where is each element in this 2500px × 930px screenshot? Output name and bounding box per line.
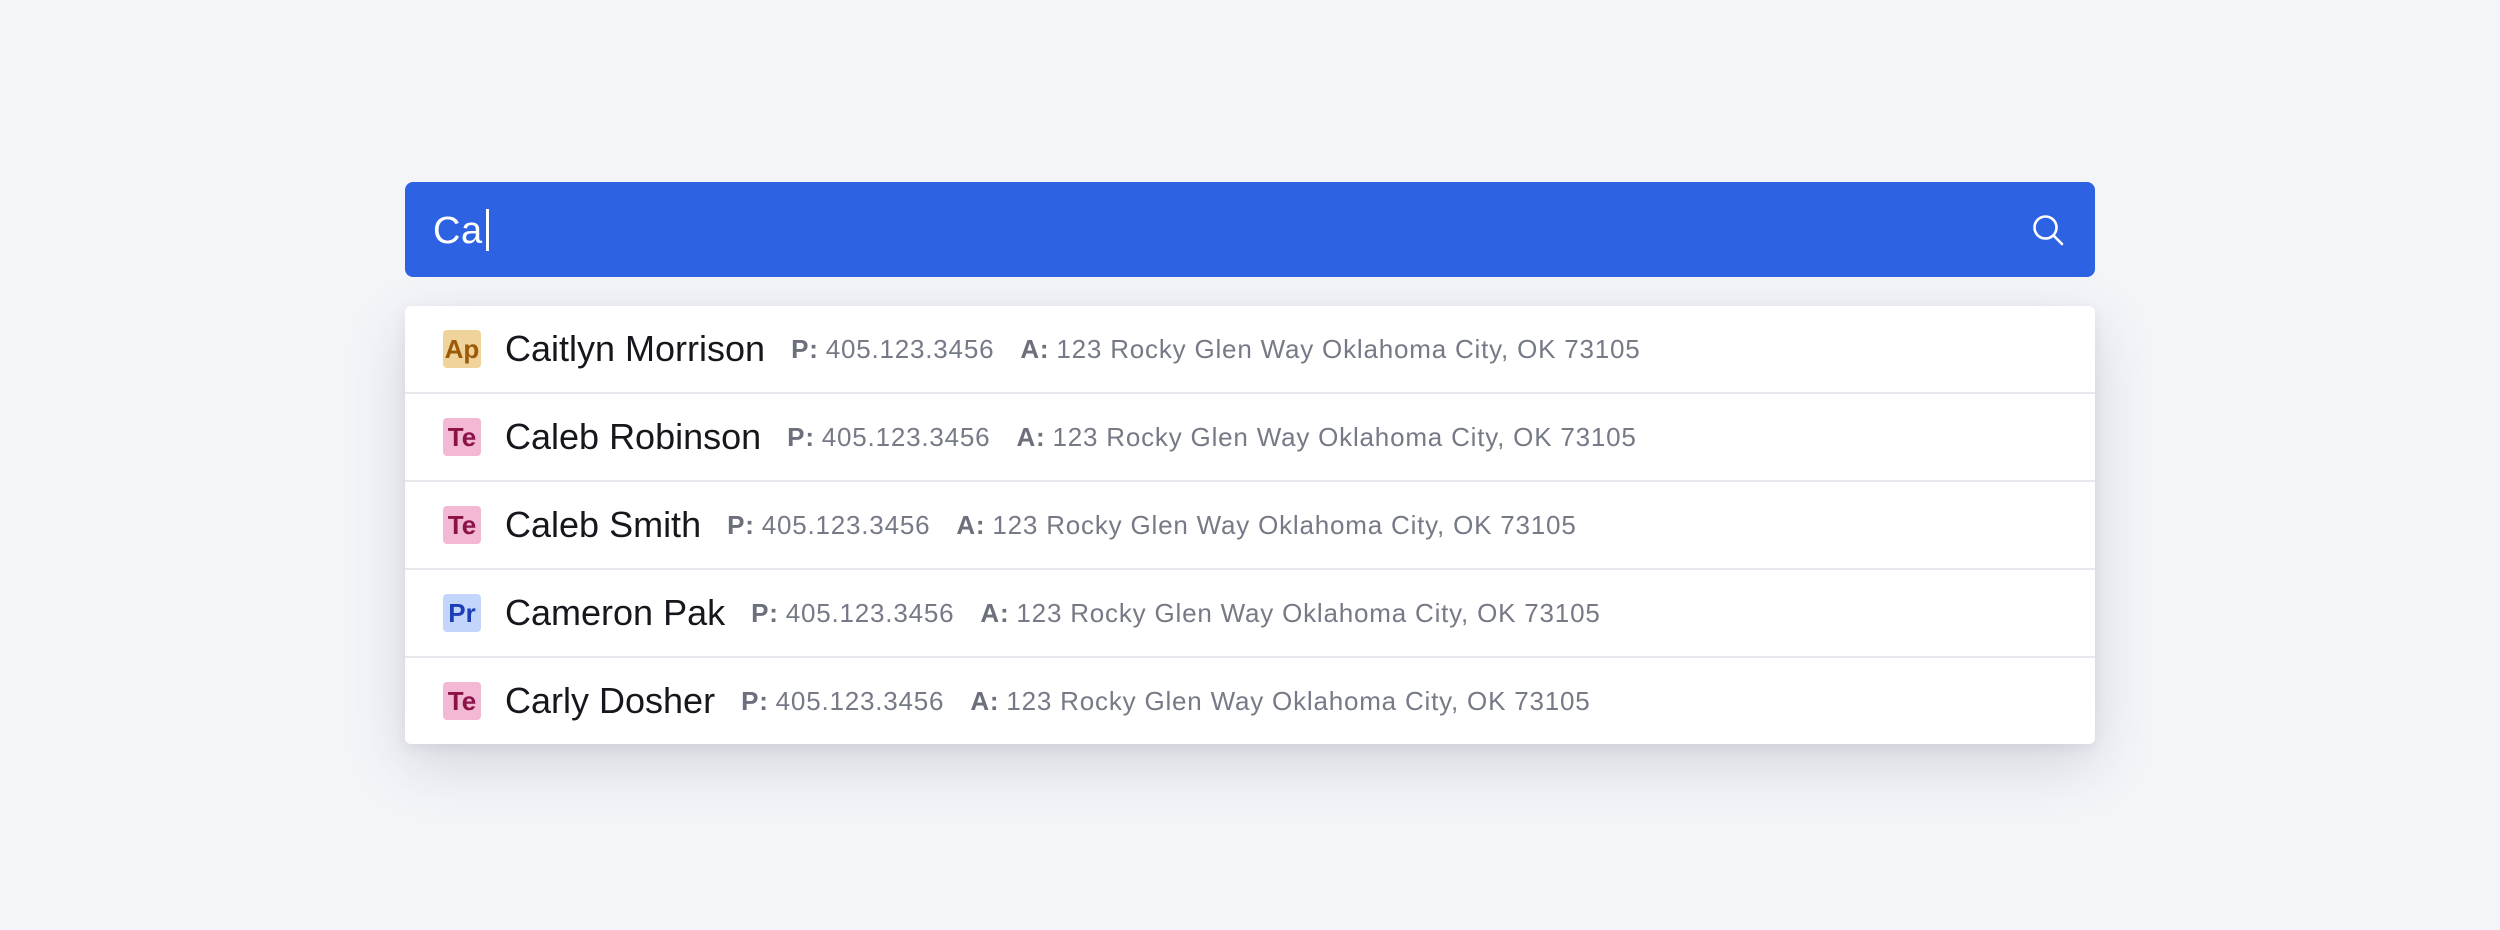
contact-details: P: 405.123.3456 A: 123 Rocky Glen Way Oklah… — [791, 334, 1640, 365]
search-autocomplete: Ca Ap Caitlyn Morrison P: 405.123.3456 A: 1… — [405, 182, 2095, 744]
contact-details: P: 405.123.3456 A: 123 Rocky Glen Way Oklah… — [741, 686, 1590, 717]
contact-details: P: 405.123.3456 A: 123 Rocky Glen Way Oklah… — [751, 598, 1600, 629]
phone-label: P: — [727, 509, 755, 540]
phone-label: P: — [787, 421, 815, 452]
phone-value: 405.123.3456 — [785, 597, 955, 628]
address-label: A: — [956, 509, 986, 540]
contact-name: Carly Dosher — [505, 680, 716, 721]
phone-value: 405.123.3456 — [761, 509, 931, 540]
address-value: 123 Rocky Glen Way Oklahoma City, OK 731… — [1056, 333, 1641, 364]
search-input[interactable]: Ca — [433, 208, 489, 252]
role-badge: Pr — [443, 594, 481, 632]
address-value: 123 Rocky Glen Way Oklahoma City, OK 731… — [1016, 597, 1601, 628]
contact-name: Caitlyn Morrison — [505, 328, 766, 369]
contact-name: Caleb Smith — [505, 504, 702, 545]
phone-value: 405.123.3456 — [821, 421, 991, 452]
phone-label: P: — [751, 597, 779, 628]
contact-name: Caleb Robinson — [505, 416, 762, 457]
result-item-caleb-smith[interactable]: Te Caleb Smith P: 405.123.3456 A: 123 Rocky… — [405, 480, 2095, 568]
address-value: 123 Rocky Glen Way Oklahoma City, OK 731… — [1006, 685, 1591, 716]
contact-details: P: 405.123.3456 A: 123 Rocky Glen Way Oklah… — [727, 510, 1576, 541]
address-label: A: — [1016, 421, 1046, 452]
text-caret — [485, 208, 489, 251]
address-value: 123 Rocky Glen Way Oklahoma City, OK 731… — [1052, 421, 1637, 452]
search-bar[interactable]: Ca — [405, 182, 2095, 277]
search-input-value: Ca — [433, 209, 483, 252]
result-item-caitlyn-morrison[interactable]: Ap Caitlyn Morrison P: 405.123.3456 A: 123 … — [405, 306, 2095, 392]
role-badge: Te — [443, 682, 481, 720]
phone-value: 405.123.3456 — [825, 333, 995, 364]
role-badge: Te — [443, 418, 481, 456]
result-item-cameron-pak[interactable]: Pr Cameron Pak P: 405.123.3456 A: 123 Rocky… — [405, 568, 2095, 656]
contact-name: Cameron Pak — [505, 592, 726, 633]
phone-label: P: — [741, 685, 769, 716]
phone-value: 405.123.3456 — [775, 685, 945, 716]
address-label: A: — [1020, 333, 1050, 364]
result-item-caleb-robinson[interactable]: Te Caleb Robinson P: 405.123.3456 A: 123 Ro… — [405, 392, 2095, 480]
search-icon[interactable] — [2029, 211, 2067, 249]
contact-details: P: 405.123.3456 A: 123 Rocky Glen Way Oklah… — [787, 422, 1636, 453]
role-badge: Ap — [443, 330, 481, 368]
address-label: A: — [970, 685, 1000, 716]
phone-label: P: — [791, 333, 819, 364]
address-value: 123 Rocky Glen Way Oklahoma City, OK 731… — [992, 509, 1577, 540]
result-item-carly-dosher[interactable]: Te Carly Dosher P: 405.123.3456 A: 123 Rock… — [405, 656, 2095, 744]
address-label: A: — [980, 597, 1010, 628]
results-dropdown: Ap Caitlyn Morrison P: 405.123.3456 A: 123 … — [405, 306, 2095, 744]
role-badge: Te — [443, 506, 481, 544]
